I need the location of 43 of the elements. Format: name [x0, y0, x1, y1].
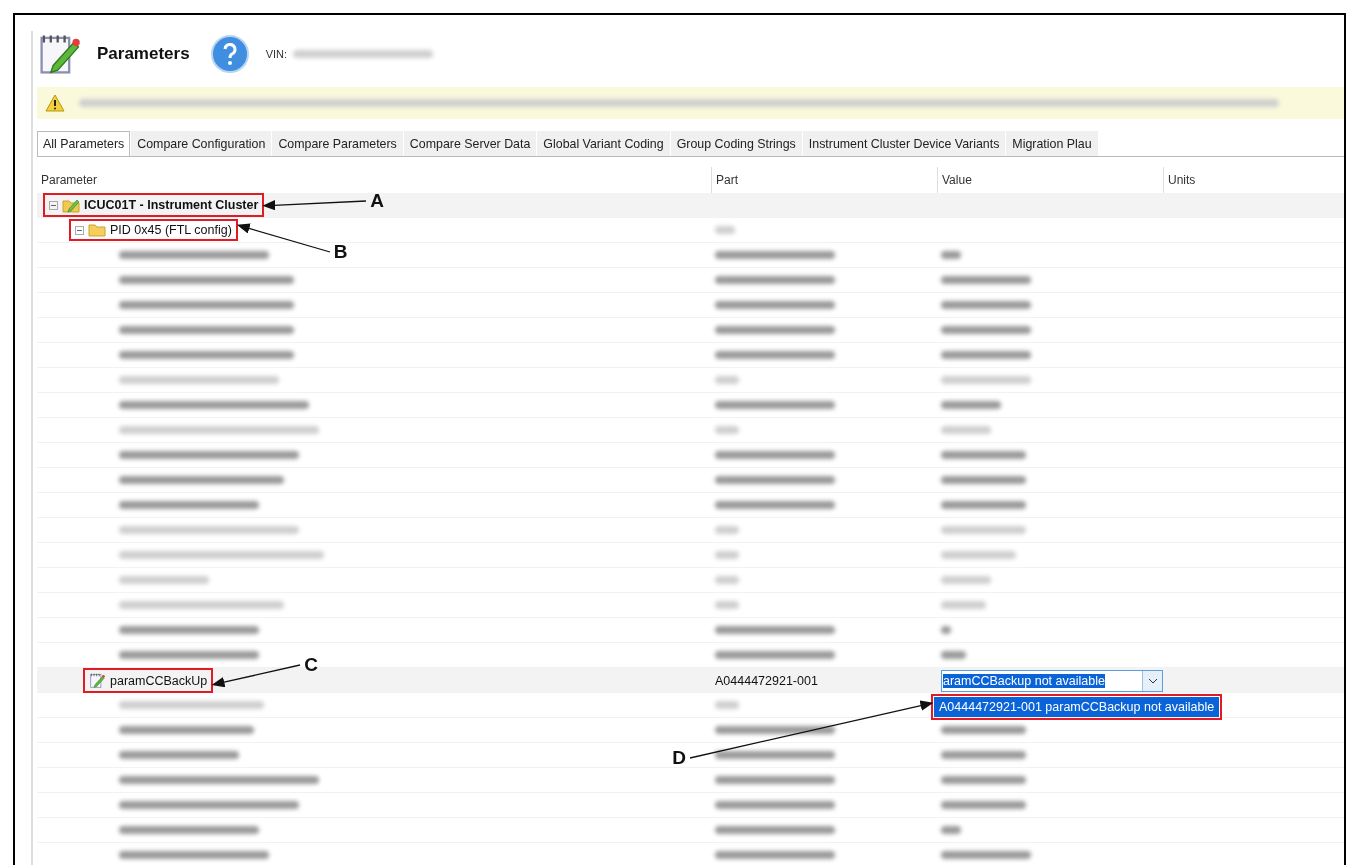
redacted-text — [941, 251, 961, 259]
callout-label: C — [304, 653, 318, 676]
redacted-text — [941, 626, 951, 634]
notepad-pencil-icon — [89, 672, 106, 689]
chevron-down-icon — [1147, 677, 1158, 684]
warning-icon — [45, 94, 65, 112]
help-icon[interactable] — [209, 34, 250, 74]
redacted-text — [715, 426, 739, 434]
value-dropdown[interactable]: aramCCBackup not available — [941, 669, 1163, 692]
tab[interactable]: Compare Server Data — [403, 131, 537, 156]
tab[interactable]: Instrument Cluster Device Variants — [802, 131, 1006, 156]
tab[interactable]: Migration Plau — [1006, 131, 1098, 156]
callout-label: D — [672, 746, 686, 769]
callout-label: B — [333, 241, 348, 263]
redacted-text — [715, 701, 739, 709]
folder-icon — [88, 223, 106, 237]
page-title: Parameters — [97, 44, 190, 64]
redacted-text — [941, 576, 991, 584]
redacted-text — [715, 551, 739, 559]
tree-node-label[interactable]: PID 0x45 (FTL config) — [110, 223, 232, 237]
tab[interactable]: All Parameters — [37, 131, 131, 156]
redacted-text — [715, 601, 739, 609]
redacted-text — [941, 601, 986, 609]
redacted-text — [715, 376, 739, 384]
part-number: A0444472921-001 — [714, 673, 819, 688]
collapse-icon[interactable] — [75, 225, 84, 235]
redacted-text — [715, 526, 739, 534]
parameter-name: paramCCBackUp — [110, 673, 208, 688]
vin-label: VIN: — [265, 48, 288, 60]
tab[interactable]: Compare Configuration — [131, 131, 272, 156]
redacted-text — [941, 401, 1001, 409]
tree-node-label[interactable]: ICUC01T - Instrument Cluster — [84, 198, 259, 212]
redacted-text — [941, 651, 966, 659]
redacted-text — [715, 576, 739, 584]
column-header[interactable]: Parameter — [37, 167, 711, 193]
folder-pencil-icon — [62, 197, 80, 213]
collapse-icon[interactable] — [49, 200, 58, 210]
tab[interactable]: Global Variant Coding — [537, 131, 670, 156]
callout-label: A — [370, 190, 385, 212]
tab[interactable]: Group Coding Strings — [670, 131, 802, 156]
redacted-text — [941, 826, 961, 834]
redacted-text — [941, 426, 991, 434]
tab[interactable]: Compare Parameters — [272, 131, 403, 156]
